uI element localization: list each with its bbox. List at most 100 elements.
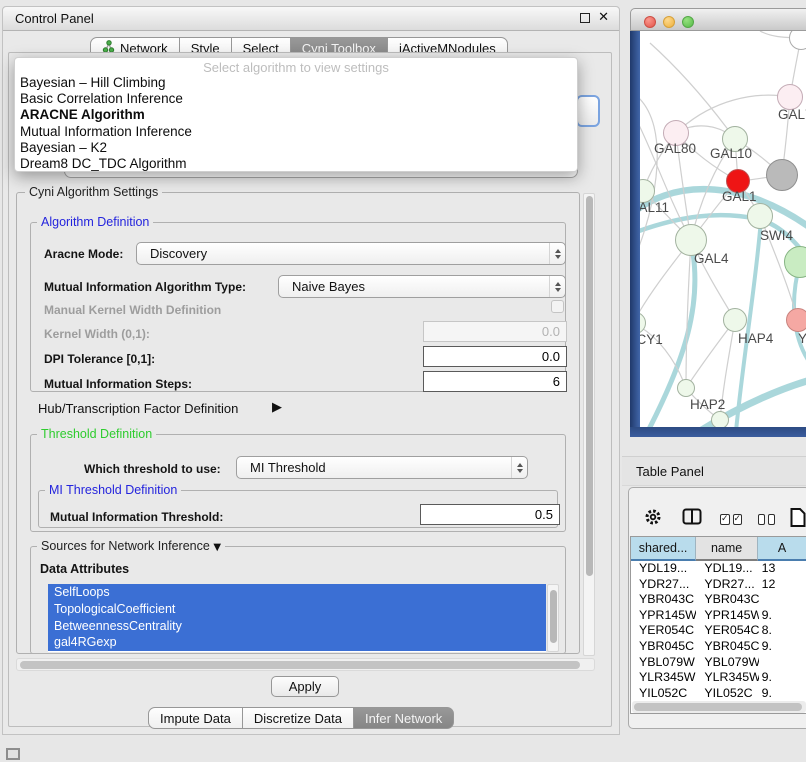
table-toolbar: ✓ ✓: [630, 505, 806, 533]
cyni-bottom-tabs: Impute Data Discretize Data Infer Networ…: [148, 707, 454, 729]
tab-discretize-data[interactable]: Discretize Data: [242, 707, 354, 729]
node-label: GAL4: [694, 251, 729, 266]
mi-threshold-label: Mutual Information Threshold:: [50, 510, 223, 524]
checked-checkbox-icon[interactable]: ✓: [733, 514, 743, 525]
table-panel-title: Table Panel: [636, 464, 704, 479]
table-row[interactable]: YBL079WYBL079W: [631, 655, 806, 671]
data-attributes-list: SelfLoops TopologicalCoefficient Between…: [48, 584, 546, 652]
node-label: GAL10: [710, 146, 752, 161]
expand-right-icon[interactable]: ▶: [272, 400, 282, 415]
algorithm-definition-title: Algorithm Definition: [37, 215, 153, 229]
table-row[interactable]: YLR345WYLR345W9.: [631, 670, 806, 686]
network-node-hap4[interactable]: [723, 308, 747, 332]
network-titlebar: [630, 8, 806, 31]
which-threshold-combo[interactable]: MI Threshold: [236, 456, 528, 479]
gear-icon[interactable]: [644, 508, 662, 531]
close-window-icon[interactable]: [644, 16, 656, 28]
attribute-item[interactable]: SelfLoops: [48, 584, 546, 601]
kernel-width-field[interactable]: 0.0: [423, 321, 567, 342]
table-header-row: shared... name A: [631, 537, 806, 561]
table-row[interactable]: YIL052CYIL052C9.: [631, 686, 806, 702]
network-frame: [630, 427, 806, 437]
minimize-window-icon[interactable]: [663, 16, 675, 28]
column-header[interactable]: name: [696, 537, 758, 561]
inference-algorithm-combo-fragment[interactable]: [576, 95, 600, 127]
table-panel-header: Table Panel: [622, 456, 806, 486]
apply-button[interactable]: Apply: [271, 676, 339, 697]
checked-checkbox-icon[interactable]: ✓: [720, 514, 730, 525]
attribute-item[interactable]: BetweennessCentrality: [48, 618, 546, 635]
screen: Control Panel ✕ Network: [0, 0, 806, 762]
algorithm-option-selected[interactable]: ARACNE Algorithm: [15, 107, 577, 123]
table-horizontal-scrollbar[interactable]: [632, 701, 806, 713]
which-threshold-label: Which threshold to use:: [84, 462, 221, 476]
column-header[interactable]: shared...: [631, 537, 696, 561]
manual-kernel-width-checkbox[interactable]: [551, 300, 564, 313]
split-columns-icon[interactable]: [682, 508, 702, 530]
network-canvas[interactable]: GAL7 GAL80 GAL10 GAL1 GAL11 SWI4 GAL4 GC…: [640, 31, 806, 427]
mi-algorithm-type-label: Mutual Information Algorithm Type:: [44, 280, 246, 294]
mi-threshold-field[interactable]: 0.5: [420, 504, 560, 525]
control-panel-title: Control Panel: [15, 11, 94, 26]
mi-steps-field[interactable]: 6: [423, 371, 567, 392]
threshold-definition-title: Threshold Definition: [37, 427, 156, 441]
document-icon[interactable]: [790, 506, 806, 533]
tab-infer-network[interactable]: Infer Network: [353, 707, 454, 729]
algorithm-option[interactable]: Bayesian – Hill Climbing: [15, 75, 577, 91]
settings-vertical-scrollbar[interactable]: [583, 193, 595, 656]
algorithm-option[interactable]: Basic Correlation Inference: [15, 91, 577, 107]
table-row[interactable]: YDL19...YDL19...13: [631, 561, 806, 577]
unchecked-checkbox-icon[interactable]: [768, 514, 775, 525]
table-row[interactable]: YER054CYER054C8.: [631, 623, 806, 639]
table-row[interactable]: YPR145WYPR145W9.: [631, 608, 806, 624]
aracne-mode-combo[interactable]: Discovery: [136, 242, 566, 265]
tab-impute-data[interactable]: Impute Data: [148, 707, 243, 729]
stepper-arrows-icon: [549, 243, 565, 264]
zoom-window-icon[interactable]: [682, 16, 694, 28]
mi-threshold-definition-title: MI Threshold Definition: [45, 483, 181, 497]
network-node[interactable]: [766, 159, 798, 191]
dpi-tolerance-label: DPI Tolerance [0,1]:: [44, 352, 155, 366]
network-node-swi4[interactable]: [747, 203, 773, 229]
algorithm-option[interactable]: Bayesian – K2: [15, 140, 577, 156]
algorithm-option[interactable]: Dream8 DC_TDC Algorithm: [15, 156, 577, 172]
node-table: shared... name A YDL19...YDL19...13 YDR2…: [630, 536, 806, 714]
collapse-down-icon[interactable]: ▼: [213, 542, 221, 553]
network-node[interactable]: [786, 308, 806, 332]
algorithm-option[interactable]: Mutual Information Inference: [15, 124, 577, 140]
node-label: GAL1: [722, 189, 757, 204]
settings-group-title: Cyni Algorithm Settings: [25, 185, 162, 199]
table-row[interactable]: YDR27...YDR27...12: [631, 577, 806, 593]
table-row[interactable]: YBR043CYBR043C: [631, 592, 806, 608]
node-label: GCY1: [640, 332, 663, 347]
control-panel-titlebar: Control Panel ✕: [3, 7, 619, 31]
node-label: GAL80: [654, 141, 696, 156]
node-label: HAP4: [738, 331, 773, 346]
mi-steps-label: Mutual Information Steps:: [44, 377, 192, 391]
table-row[interactable]: YBR045CYBR045C9.: [631, 639, 806, 655]
hub-definition-label: Hub/Transcription Factor Definition: [38, 401, 238, 416]
node-label: SWI4: [760, 228, 793, 243]
dpi-tolerance-field[interactable]: 0.0: [423, 346, 567, 367]
algorithm-dropdown-popup: Select algorithm to view settings Bayesi…: [14, 57, 578, 172]
float-panel-icon[interactable]: [580, 13, 590, 23]
stepper-arrows-icon: [549, 276, 565, 297]
column-header[interactable]: A: [758, 537, 806, 561]
node-label: HAP2: [690, 397, 725, 412]
manual-kernel-width-label: Manual Kernel Width Definition: [44, 303, 221, 317]
data-attributes-label: Data Attributes: [40, 562, 129, 576]
network-frame: [630, 31, 640, 427]
mi-algorithm-type-combo[interactable]: Naive Bayes: [278, 275, 566, 298]
aracne-mode-label: Aracne Mode:: [44, 247, 123, 261]
attribute-item[interactable]: TopologicalCoefficient: [48, 601, 546, 618]
algorithm-popup-placeholder: Select algorithm to view settings: [15, 60, 577, 75]
attributes-scrollbar[interactable]: [547, 584, 559, 652]
dock-panel-icon[interactable]: [6, 748, 20, 760]
network-node[interactable]: [711, 411, 729, 427]
attribute-item[interactable]: gal4RGexp: [48, 634, 546, 651]
network-node-hap2[interactable]: [677, 379, 695, 397]
node-label: GAL11: [640, 200, 669, 215]
close-panel-icon[interactable]: ✕: [598, 12, 609, 24]
settings-horizontal-scrollbar[interactable]: [16, 658, 595, 671]
unchecked-checkbox-icon[interactable]: [758, 514, 765, 525]
